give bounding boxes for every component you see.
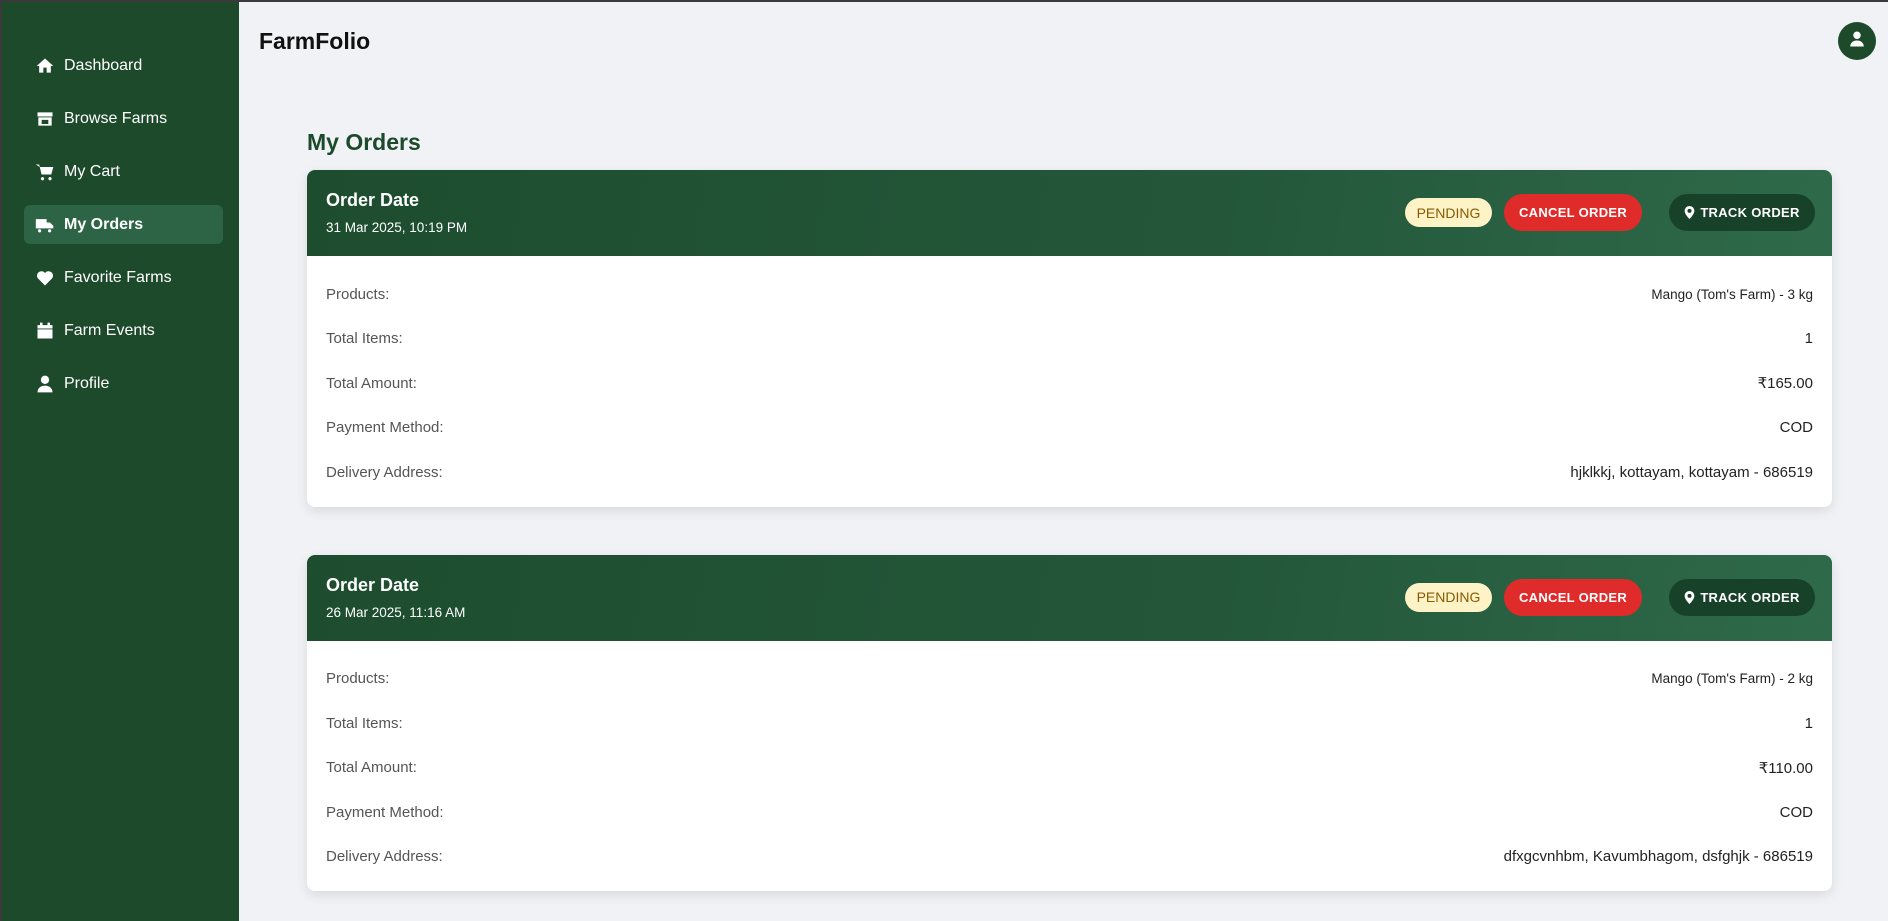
track-order-button[interactable]: TRACK ORDER <box>1669 578 1815 616</box>
payment-method-label: Payment Method: <box>326 419 444 437</box>
delivery-address-label: Delivery Address: <box>326 463 443 481</box>
total-items-label: Total Items: <box>326 330 403 348</box>
sidebar-item-label: Profile <box>64 374 110 392</box>
sidebar-item-browse-farms[interactable]: Browse Farms <box>24 99 223 138</box>
map-pin-icon <box>1684 206 1700 219</box>
order-details: Products: Mango (Tom's Farm) - 3 kg Tota… <box>307 256 1832 507</box>
order-card: Order Date 26 Mar 2025, 11:16 AM PENDING… <box>307 554 1832 892</box>
app-title: FarmFolio <box>259 28 371 54</box>
delivery-address-row: Delivery Address: dfxgcvnhbm, Kavumbhago… <box>326 835 1813 880</box>
sidebar-item-label: My Cart <box>64 162 120 180</box>
sidebar-item-label: Favorite Farms <box>64 268 172 286</box>
calendar-icon <box>34 321 56 341</box>
sidebar-item-profile[interactable]: Profile <box>24 364 223 403</box>
total-items-value: 1 <box>1804 714 1813 732</box>
sidebar: Dashboard Browse Farms My Cart My Orders… <box>2 2 239 921</box>
sidebar-item-label: Dashboard <box>64 56 143 74</box>
order-card: Order Date 31 Mar 2025, 10:19 PM PENDING… <box>307 170 1832 507</box>
total-amount-label: Total Amount: <box>326 374 417 392</box>
cancel-order-button[interactable]: CANCEL ORDER <box>1504 578 1642 616</box>
sidebar-item-label: Farm Events <box>64 321 155 339</box>
delivery-address-value: dfxgcvnhbm, Kavumbhagom, dsfghjk - 68651… <box>1503 848 1813 866</box>
truck-icon <box>34 215 56 235</box>
payment-method-row: Payment Method: COD <box>326 790 1813 835</box>
order-date: 31 Mar 2025, 10:19 PM <box>326 220 468 235</box>
total-amount-value: ₹165.00 <box>1757 375 1813 393</box>
products-row: Products: Mango (Tom's Farm) - 2 kg <box>326 657 1813 702</box>
sidebar-item-label: My Orders <box>64 215 144 233</box>
delivery-address-value: hjklkkj, kottayam, kottayam - 686519 <box>1570 463 1813 481</box>
heart-icon <box>34 268 56 288</box>
main-content: My Orders Order Date 31 Mar 2025, 10:19 … <box>307 126 1832 921</box>
order-date-label: Order Date <box>326 574 420 595</box>
page-title: My Orders <box>307 129 421 155</box>
total-amount-label: Total Amount: <box>326 759 417 777</box>
payment-method-row: Payment Method: COD <box>326 406 1813 451</box>
products-value: Mango (Tom's Farm) - 3 kg <box>1651 286 1813 302</box>
order-date-label: Order Date <box>326 190 420 210</box>
payment-method-label: Payment Method: <box>326 803 444 821</box>
avatar[interactable] <box>1838 22 1876 60</box>
track-order-button[interactable]: TRACK ORDER <box>1669 194 1815 231</box>
status-badge: PENDING <box>1405 198 1492 227</box>
delivery-address-label: Delivery Address: <box>326 848 443 866</box>
topbar: FarmFolio <box>239 2 1888 82</box>
total-items-label: Total Items: <box>326 714 403 732</box>
total-items-row: Total Items: 1 <box>326 701 1813 746</box>
user-icon <box>34 374 56 394</box>
total-items-row: Total Items: 1 <box>326 317 1813 362</box>
products-label: Products: <box>326 285 390 303</box>
products-label: Products: <box>326 670 390 688</box>
sidebar-item-dashboard[interactable]: Dashboard <box>24 46 223 85</box>
delivery-address-row: Delivery Address: hjklkkj, kottayam, kot… <box>326 450 1813 495</box>
user-icon <box>1848 30 1866 53</box>
cart-icon <box>34 162 56 182</box>
sidebar-item-my-orders[interactable]: My Orders <box>24 205 223 244</box>
payment-method-value: COD <box>1779 803 1813 821</box>
total-amount-value: ₹110.00 <box>1758 759 1813 777</box>
sidebar-item-favorite-farms[interactable]: Favorite Farms <box>24 258 223 297</box>
home-icon <box>34 56 56 76</box>
track-order-label: TRACK ORDER <box>1700 589 1800 605</box>
total-amount-row: Total Amount: ₹165.00 <box>326 361 1813 406</box>
sidebar-item-label: Browse Farms <box>64 109 168 127</box>
order-details: Products: Mango (Tom's Farm) - 2 kg Tota… <box>307 641 1832 892</box>
total-amount-row: Total Amount: ₹110.00 <box>326 746 1813 791</box>
order-header: Order Date 31 Mar 2025, 10:19 PM PENDING… <box>307 170 1832 256</box>
track-order-label: TRACK ORDER <box>1700 205 1800 220</box>
products-value: Mango (Tom's Farm) - 2 kg <box>1651 671 1813 687</box>
products-row: Products: Mango (Tom's Farm) - 3 kg <box>326 272 1813 317</box>
status-badge: PENDING <box>1405 582 1492 612</box>
total-items-value: 1 <box>1804 330 1813 348</box>
order-header: Order Date 26 Mar 2025, 11:16 AM PENDING… <box>307 554 1832 641</box>
sidebar-item-my-cart[interactable]: My Cart <box>24 152 223 191</box>
order-date: 26 Mar 2025, 11:16 AM <box>326 604 466 620</box>
payment-method-value: COD <box>1779 419 1813 437</box>
map-pin-icon <box>1684 590 1700 604</box>
store-icon <box>34 109 56 129</box>
cancel-order-button[interactable]: CANCEL ORDER <box>1504 194 1642 231</box>
sidebar-item-farm-events[interactable]: Farm Events <box>24 311 223 350</box>
